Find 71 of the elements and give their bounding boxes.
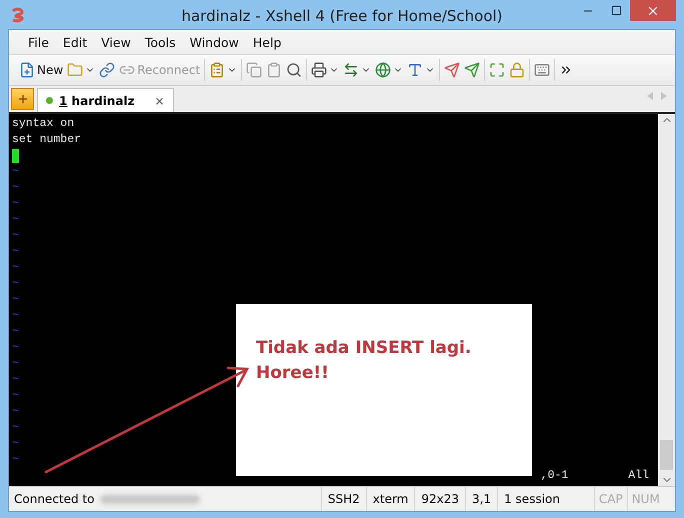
empty-line-marker: ~	[12, 212, 19, 228]
status-message: Connected to	[14, 492, 94, 506]
empty-line-marker: ~	[12, 244, 19, 260]
close-button[interactable]	[630, 0, 676, 21]
menu-item[interactable]: View	[94, 34, 138, 50]
empty-line-marker: ~	[12, 196, 19, 212]
link-icon	[99, 62, 116, 78]
menu-item[interactable]: Tools	[138, 34, 183, 50]
empty-line-marker: ~	[12, 388, 19, 404]
window-title: hardinalz - Xshell 4 (Free for Home/School)	[181, 7, 503, 25]
status-indicator: CAP	[594, 487, 627, 511]
empty-line-marker: ~	[12, 308, 19, 324]
new-session-icon	[19, 62, 35, 78]
scroll-position: All	[628, 468, 649, 484]
copy-button[interactable]	[244, 60, 264, 80]
printer-icon	[311, 62, 328, 78]
plus-icon	[16, 93, 28, 105]
annotation-text: Horee!!	[256, 362, 330, 385]
empty-line-marker: ~	[12, 452, 19, 468]
scrollbar-thumb[interactable]	[660, 440, 673, 470]
status-cell: 3,1	[465, 487, 498, 511]
keyboard-icon	[534, 62, 550, 78]
new-tab-button[interactable]	[11, 88, 34, 110]
terminal-line: set number	[12, 132, 82, 148]
properties-icon	[209, 62, 226, 78]
scrollbar[interactable]	[658, 114, 675, 486]
empty-line-marker: ~	[12, 276, 19, 292]
transfer-icon	[343, 62, 360, 78]
empty-line-marker: ~	[12, 324, 19, 340]
new-button[interactable]: New	[17, 60, 66, 80]
status-cell: xterm	[366, 487, 414, 511]
lock-icon	[509, 62, 526, 78]
search-icon	[286, 62, 302, 78]
fullscreen-icon	[489, 62, 506, 78]
folder-icon	[67, 62, 84, 78]
terminal-line: syntax on	[12, 116, 76, 132]
app-logo-icon	[10, 6, 26, 22]
status-cell: SSH2	[320, 487, 366, 511]
menu-item[interactable]: Edit	[56, 34, 94, 50]
globe-icon	[375, 62, 392, 78]
tab-label: 1 hardinalz	[59, 94, 135, 108]
status-cell: 1 session	[497, 487, 566, 511]
paste-icon	[266, 62, 282, 78]
close-tab-button[interactable]: ×	[154, 94, 165, 108]
empty-line-marker: ~	[12, 372, 19, 388]
empty-line-marker: ~	[12, 420, 19, 436]
session-tab[interactable]: 1 hardinalz ×	[37, 88, 174, 112]
connect-button[interactable]	[97, 60, 118, 80]
empty-line-marker: ~	[12, 356, 19, 372]
menu-item[interactable]: Help	[246, 34, 288, 50]
xftp-button[interactable]	[462, 60, 482, 80]
xshell-button[interactable]	[442, 60, 462, 80]
empty-line-marker: ~	[12, 292, 19, 308]
empty-line-marker: ~	[12, 260, 19, 276]
empty-line-marker: ~	[12, 180, 19, 196]
maximize-icon	[610, 5, 622, 16]
annotation-text: Tidak ada INSERT lagi.	[256, 337, 472, 360]
menu-item[interactable]: Window	[182, 34, 246, 50]
send-icon	[464, 62, 480, 78]
status-indicator: NUM	[626, 487, 664, 511]
empty-line-marker: ~	[12, 164, 19, 180]
empty-line-marker: ~	[12, 436, 19, 452]
cursor-position: ,0-1	[540, 468, 568, 484]
status-cell: 92x23	[414, 487, 466, 511]
copy-icon	[246, 62, 262, 78]
empty-line-marker: ~	[12, 340, 19, 356]
send-icon	[444, 62, 460, 78]
empty-line-marker: ~	[12, 228, 19, 244]
font-icon	[407, 62, 424, 78]
empty-line-marker: ~	[12, 404, 19, 420]
menu-item[interactable]: File	[21, 34, 56, 50]
